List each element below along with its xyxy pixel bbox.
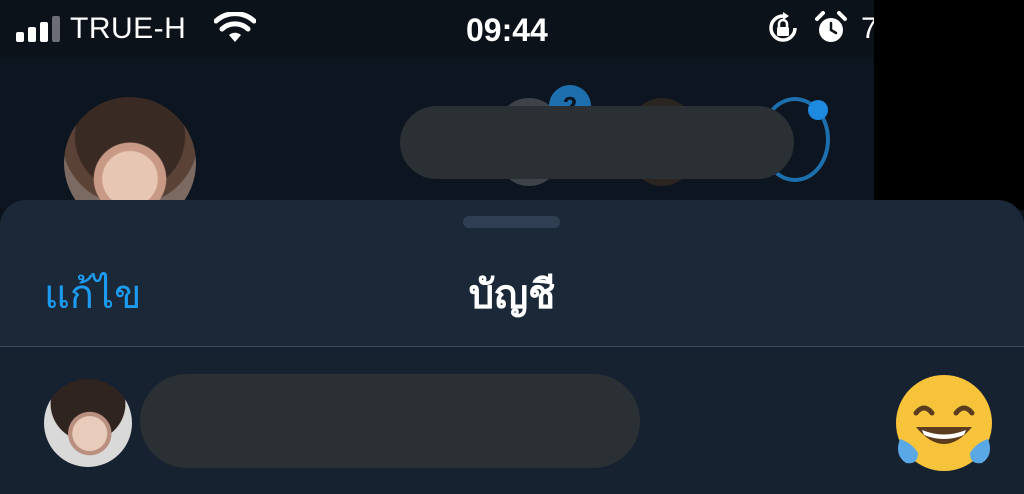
rotation-lock-icon [769,12,797,42]
background-side-panel [874,0,1024,210]
edit-button[interactable]: แก้ไข [44,262,141,326]
status-bar: TRUE-H 09:44 73% [0,0,1024,58]
redacted-toast [400,106,794,179]
screen: TRUE-H 09:44 73% 2 [0,0,1024,494]
redacted-account-name [140,374,640,468]
clock-time: 09:44 [466,12,548,48]
accounts-sheet: บัญชี แก้ไข [0,200,1024,494]
more-accounts-indicator [808,100,828,120]
face-with-tears-of-joy-icon [896,375,992,471]
wifi-icon [214,12,256,42]
carrier-name: TRUE-H [70,12,187,45]
alarm-icon [815,11,847,42]
account-row[interactable] [0,347,1024,494]
sheet-title: บัญชี [468,272,556,318]
signal-icon [16,14,64,42]
sheet-grabber[interactable] [463,216,560,228]
avatar [44,379,132,467]
